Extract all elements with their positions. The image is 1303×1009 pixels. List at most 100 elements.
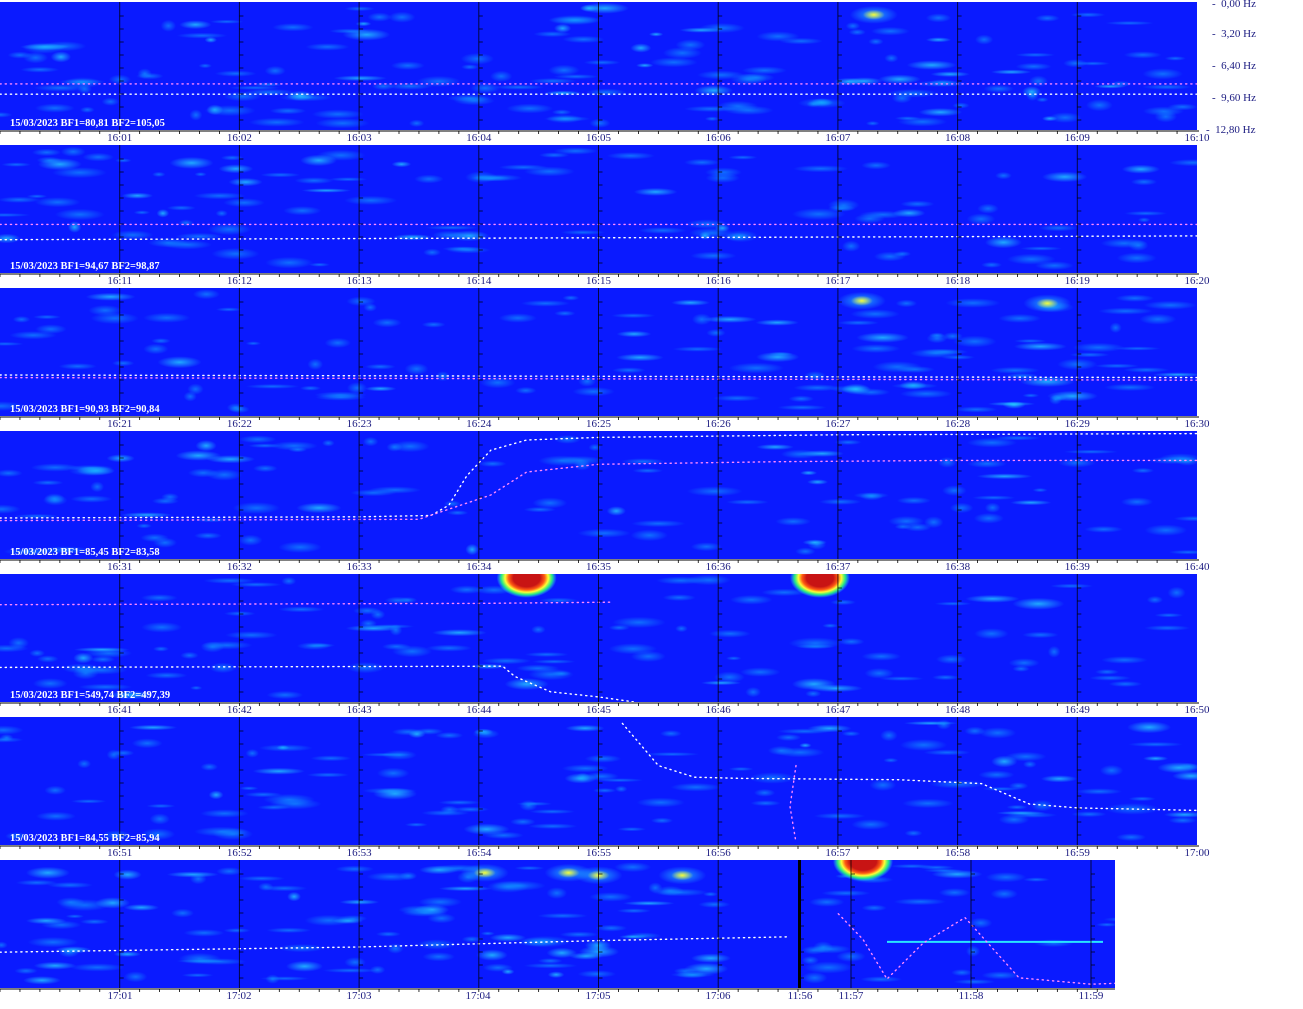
spectral-blob — [830, 599, 856, 606]
spectral-blob — [510, 818, 536, 826]
spectral-blob — [183, 929, 225, 937]
spectral-blob — [1036, 97, 1049, 103]
spectral-blob — [755, 319, 799, 326]
spectrogram-row-2: 16:11 16:12 16:13 16:14 16:15 16:16 16:17 16:18… — [0, 145, 1210, 287]
spectral-blob — [237, 875, 285, 882]
spectral-blob — [800, 470, 818, 476]
spectral-blob — [516, 801, 553, 806]
row-stamp: 15/03/2023 BF1=90,93 BF2=90,84 — [10, 404, 160, 415]
time-tick-label: 16:34 — [466, 561, 492, 573]
spectral-blob — [112, 749, 135, 757]
row-stamp: 15/03/2023 BF1=84,55 BF2=85,94 — [10, 833, 160, 844]
spectral-blob — [453, 96, 495, 106]
time-tick-label: 16:09 — [1065, 132, 1091, 144]
spectral-blob — [533, 31, 571, 38]
spectral-blob — [1008, 782, 1029, 790]
time-tick-label: 17:03 — [346, 990, 372, 1002]
time-tick-label: 17:00 — [1184, 847, 1210, 859]
spectral-blob — [1042, 115, 1058, 122]
spectral-blob — [307, 358, 324, 370]
spectral-blob — [895, 299, 918, 308]
spectral-blob — [26, 194, 48, 199]
spectral-blob — [788, 395, 814, 403]
spectral-blob — [937, 457, 957, 468]
spectral-blob — [252, 767, 305, 775]
spectral-blob — [611, 313, 656, 319]
spectral-blob — [529, 809, 575, 814]
spectral-blob — [537, 958, 563, 964]
spectral-blob — [954, 406, 998, 413]
spectral-blob — [90, 312, 139, 325]
spectral-blob — [861, 161, 891, 170]
spectral-blob — [218, 164, 254, 174]
spectral-blob — [476, 949, 508, 961]
spectral-blob — [515, 386, 537, 395]
time-tick-label: 16:39 — [1065, 561, 1091, 573]
spectral-blob — [1125, 898, 1144, 904]
spectral-blob — [799, 742, 812, 748]
spectral-blob — [143, 343, 169, 355]
spectral-blob — [258, 882, 274, 891]
spectral-blob — [819, 498, 862, 505]
spectral-blob — [532, 497, 568, 509]
spectral-blob — [904, 830, 923, 837]
time-tick-label: 16:48 — [945, 704, 971, 716]
spectral-blob — [884, 53, 899, 63]
spectral-blob — [67, 221, 82, 233]
spectral-blob — [995, 810, 1047, 816]
spectral-blob — [416, 75, 461, 87]
spectral-blob — [294, 177, 334, 185]
spectral-blob — [60, 146, 86, 157]
spectral-blob — [630, 43, 652, 53]
spectral-blob — [883, 757, 899, 763]
time-tick-label: 16:50 — [1184, 704, 1210, 716]
spectrogram-row-5: 16:41 16:42 16:43 16:44 16:45 16:46 16:47 16:48… — [0, 574, 1210, 716]
spectral-blob — [151, 497, 179, 505]
spectral-blob — [1014, 339, 1047, 343]
spectral-blob — [362, 436, 379, 447]
spectral-blob — [20, 66, 60, 73]
spectral-blob — [215, 307, 242, 312]
time-tick-label: 16:14 — [466, 275, 492, 287]
spectral-blob — [347, 382, 368, 394]
spectral-blob — [979, 727, 1017, 739]
spectral-blob — [192, 289, 220, 300]
spectral-blob — [1089, 675, 1132, 681]
spectral-blob — [630, 529, 668, 542]
spectral-blob — [834, 439, 862, 445]
hotspot-glow — [25, 866, 70, 879]
spectral-blob — [1095, 922, 1115, 927]
time-tick-label: 11:59 — [1079, 990, 1104, 1002]
spectral-blob — [478, 460, 507, 467]
spectral-blob — [33, 84, 88, 92]
spectral-blob — [56, 897, 85, 908]
spectral-blob — [580, 2, 630, 14]
spectral-blob — [281, 576, 297, 586]
spectral-blob — [1075, 61, 1110, 66]
spectral-blob — [198, 63, 212, 69]
spectral-blob — [1022, 86, 1042, 98]
spectral-blob — [851, 344, 901, 353]
spectral-blob — [705, 172, 740, 183]
spectral-blob — [208, 790, 224, 800]
spectral-blob — [361, 752, 412, 757]
spectral-blob — [1006, 804, 1028, 810]
spectral-blob — [572, 386, 615, 397]
frequency-label-2: - 6,40 Hz — [1212, 60, 1256, 72]
spectral-blob — [617, 827, 647, 832]
spectral-blob — [286, 90, 315, 101]
spectral-blob — [472, 729, 500, 739]
spectral-blob — [195, 440, 217, 452]
spectral-blob — [706, 329, 726, 337]
spectral-blob — [446, 246, 491, 254]
spectral-blob — [129, 724, 178, 731]
spectral-blob — [547, 971, 565, 978]
time-tick-label: 16:56 — [706, 847, 732, 859]
spectral-blob — [801, 945, 827, 955]
spectral-blob — [978, 770, 1015, 780]
spectral-blob — [1015, 52, 1055, 58]
spectral-blob — [892, 208, 926, 218]
spectral-blob — [966, 213, 996, 225]
spectral-blob — [392, 645, 433, 658]
spectral-blob — [322, 439, 335, 447]
